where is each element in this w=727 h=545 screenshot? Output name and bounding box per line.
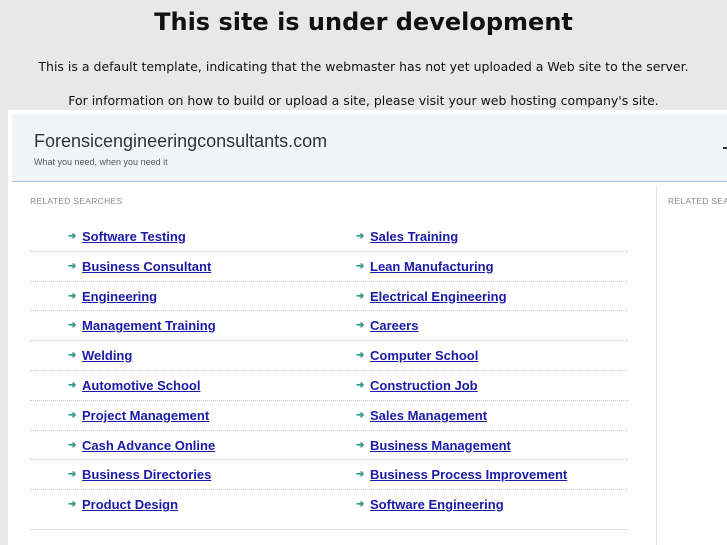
- table-row: ➜ Management Training ➜ Careers: [30, 311, 628, 342]
- table-row: ➜ Automotive School ➜ Construction Job: [30, 371, 628, 401]
- arrow-right-icon: ➜: [68, 290, 77, 302]
- arrow-right-icon: ➜: [68, 231, 77, 242]
- arrow-right-icon: ➜: [68, 320, 77, 332]
- table-row: ➜ Welding ➜ Computer School: [30, 341, 628, 371]
- arrow-right-icon: ➜: [356, 499, 365, 511]
- table-row: ➜ Engineering ➜ Electrical Engineering: [30, 282, 628, 312]
- related-search-link[interactable]: Business Management: [370, 438, 511, 453]
- arrow-right-icon: ➜: [68, 409, 77, 421]
- notice-title: This site is under development: [154, 8, 573, 36]
- table-row: ➜ Business Consultant ➜ Lean Manufacturing: [30, 252, 628, 282]
- header-edge-mark: [723, 147, 727, 149]
- sidebar-related-searches: RELATED SEARCHES Software TestingSales T…: [668, 196, 727, 206]
- site-title[interactable]: Forensicengineeringconsultants.com: [34, 131, 327, 152]
- related-searches-label: RELATED SEARCHES: [30, 196, 123, 206]
- arrow-right-icon: ➜: [356, 231, 365, 242]
- related-search-link[interactable]: Electrical Engineering: [370, 289, 507, 304]
- related-search-link[interactable]: Sales Management: [370, 408, 487, 423]
- site-header: Forensicengineeringconsultants.com What …: [12, 114, 727, 182]
- related-search-link[interactable]: Construction Job: [370, 378, 478, 393]
- column-divider: [656, 186, 657, 545]
- arrow-right-icon: ➜: [68, 350, 77, 362]
- related-search-link[interactable]: Project Management: [82, 408, 209, 423]
- related-searches-grid: ➜ Software Testing ➜ Sales Training ➜ Busines…: [30, 222, 628, 519]
- table-row: ➜ Project Management ➜ Sales Management: [30, 401, 628, 431]
- arrow-right-icon: ➜: [68, 499, 77, 511]
- panel-divider: [30, 529, 628, 530]
- related-search-link[interactable]: Welding: [82, 348, 132, 363]
- related-search-link[interactable]: Lean Manufacturing: [370, 259, 494, 274]
- parked-page-frame: Forensicengineeringconsultants.com What …: [8, 110, 727, 545]
- related-search-link[interactable]: Management Training: [82, 318, 216, 333]
- arrow-right-icon: ➜: [356, 469, 365, 481]
- arrow-right-icon: ➜: [68, 439, 77, 451]
- arrow-right-icon: ➜: [356, 350, 365, 362]
- arrow-right-icon: ➜: [356, 409, 365, 421]
- arrow-right-icon: ➜: [356, 320, 365, 332]
- arrow-right-icon: ➜: [356, 260, 365, 272]
- arrow-right-icon: ➜: [356, 379, 365, 391]
- related-search-link[interactable]: Product Design: [82, 497, 178, 512]
- table-row: ➜ Software Testing ➜ Sales Training: [30, 222, 628, 252]
- arrow-right-icon: ➜: [356, 439, 365, 451]
- related-search-link[interactable]: Business Process Improvement: [370, 467, 567, 482]
- arrow-right-icon: ➜: [356, 290, 365, 302]
- table-row: ➜ Cash Advance Online ➜ Business Management: [30, 431, 628, 461]
- related-search-link[interactable]: Engineering: [82, 289, 157, 304]
- related-search-link[interactable]: Cash Advance Online: [82, 438, 215, 453]
- related-search-link[interactable]: Business Consultant: [82, 259, 211, 274]
- arrow-right-icon: ➜: [68, 469, 77, 481]
- related-search-link[interactable]: Software Engineering: [370, 497, 504, 512]
- site-tagline: What you need, when you need it: [34, 157, 168, 167]
- related-search-link[interactable]: Careers: [370, 318, 418, 333]
- notice-line-1: This is a default template, indicating t…: [38, 59, 689, 74]
- related-search-link[interactable]: Computer School: [370, 348, 478, 363]
- arrow-right-icon: ➜: [68, 379, 77, 391]
- related-search-link[interactable]: Software Testing: [82, 229, 186, 244]
- notice-line-2: For information on how to build or uploa…: [68, 93, 659, 108]
- table-row: ➜ Business Directories ➜ Business Process I…: [30, 460, 628, 491]
- related-search-link[interactable]: Business Directories: [82, 467, 211, 482]
- arrow-right-icon: ➜: [68, 260, 77, 272]
- table-row: ➜ Product Design ➜ Software Engineering: [30, 490, 628, 519]
- sidebar-label: RELATED SEARCHES: [668, 196, 727, 206]
- related-search-link[interactable]: Automotive School: [82, 378, 200, 393]
- related-search-link[interactable]: Sales Training: [370, 229, 458, 244]
